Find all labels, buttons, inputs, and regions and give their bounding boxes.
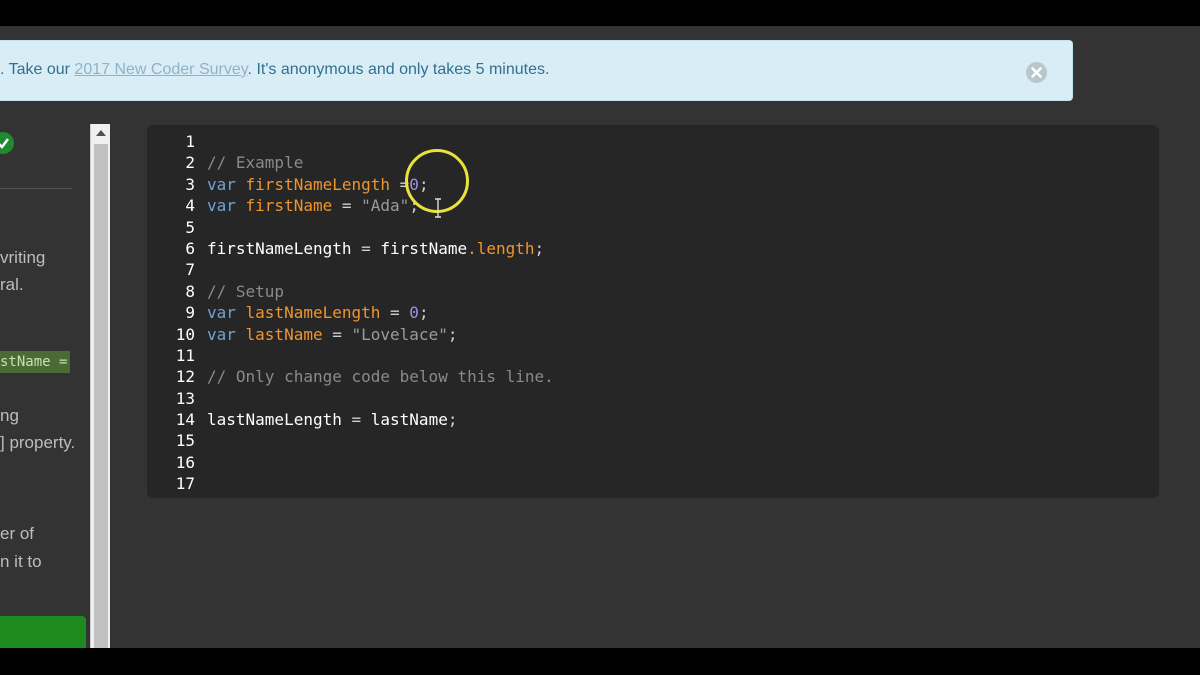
- banner-message: . Take our 2017 New Coder Survey. It's a…: [0, 61, 1000, 79]
- code-token: "Lovelace": [351, 324, 448, 344]
- code-token: lastNameLength: [245, 303, 381, 323]
- code-token: var: [207, 324, 246, 344]
- code-line[interactable]: [207, 452, 1147, 473]
- code-token: =: [341, 410, 371, 430]
- line-number: 16: [175, 452, 195, 472]
- instruction-text: er of: [0, 524, 35, 543]
- code-token: firstNameLength: [207, 238, 352, 258]
- divider: [0, 188, 72, 189]
- line-number: 5: [185, 217, 195, 237]
- code-token: =: [322, 324, 352, 344]
- code-line[interactable]: var firstName = "Ada";: [207, 195, 1147, 216]
- code-line[interactable]: var firstNameLength =0;: [207, 174, 1147, 195]
- code-line[interactable]: [207, 259, 1147, 280]
- line-number: 11: [175, 345, 195, 365]
- code-line[interactable]: var lastName = "Lovelace";: [207, 324, 1147, 345]
- code-token: var: [207, 303, 246, 323]
- survey-link[interactable]: 2017 New Coder Survey: [74, 61, 247, 78]
- code-token: var: [207, 174, 246, 194]
- line-number: 1: [185, 132, 195, 151]
- code-token: "Ada": [361, 196, 410, 216]
- code-token: 0: [409, 303, 419, 323]
- code-token: firstName: [245, 196, 333, 216]
- code-line[interactable]: [207, 131, 1147, 152]
- code-line[interactable]: [207, 217, 1147, 238]
- instructions-panel: vriting ral. stName = ng ] property. er …: [0, 124, 90, 648]
- line-number: 2: [185, 153, 195, 173]
- banner-text-before: . Take our: [0, 61, 75, 78]
- text-cursor-icon: [434, 198, 442, 218]
- code-token: lastName: [370, 410, 448, 430]
- code-line[interactable]: lastNameLength = lastName;: [207, 409, 1147, 430]
- code-token: // Example: [207, 153, 304, 173]
- instruction-text: n it to: [0, 552, 42, 571]
- code-line[interactable]: [207, 473, 1147, 494]
- code-line[interactable]: var lastNameLength = 0;: [207, 302, 1147, 323]
- instruction-text: ral.: [0, 275, 24, 294]
- line-number: 17: [175, 474, 195, 494]
- instruction-text: ng: [0, 406, 19, 425]
- code-line[interactable]: [207, 388, 1147, 409]
- code-token: =: [380, 303, 410, 323]
- line-number: 4: [185, 196, 195, 216]
- line-number: 10: [175, 324, 195, 344]
- code-token: .length: [467, 238, 535, 258]
- line-number-gutter: 1 2 3 4 5 6 7 8 9 10 11 12 13 14 15 16 17: [147, 131, 195, 495]
- code-token: // Only change code below this line.: [207, 367, 554, 387]
- code-line[interactable]: // Only change code below this line.: [207, 366, 1147, 387]
- line-number: 12: [175, 367, 195, 387]
- line-number: 7: [185, 260, 195, 280]
- code-token: firstNameLength: [245, 174, 391, 194]
- close-circle-icon[interactable]: [1026, 62, 1047, 83]
- line-number: 3: [185, 174, 195, 194]
- code-token: ;: [418, 303, 429, 323]
- scroll-thumb[interactable]: [94, 144, 108, 648]
- line-number: 9: [185, 303, 195, 323]
- line-number: 14: [175, 410, 195, 430]
- code-token: =: [351, 238, 381, 258]
- code-token: ;: [447, 410, 458, 430]
- app-viewport: . Take our 2017 New Coder Survey. It's a…: [0, 26, 1200, 648]
- run-tests-button[interactable]: [0, 616, 86, 648]
- line-number: 15: [175, 431, 195, 451]
- code-line[interactable]: [207, 430, 1147, 451]
- code-token: // Setup: [207, 281, 285, 301]
- code-line[interactable]: // Setup: [207, 281, 1147, 302]
- line-number: 8: [185, 281, 195, 301]
- instruction-text: vriting: [0, 248, 46, 267]
- inline-code: stName =: [0, 351, 70, 373]
- panel-scrollbar[interactable]: [90, 124, 110, 648]
- code-token: var: [207, 196, 246, 216]
- scroll-up-button[interactable]: [91, 124, 111, 142]
- banner-text-after: . It's anonymous and only takes 5 minute…: [247, 61, 550, 78]
- code-editor[interactable]: 1 2 3 4 5 6 7 8 9 10 11 12 13 14 15 16 17 // Example var …: [147, 125, 1159, 498]
- code-token: ;: [447, 324, 458, 344]
- instruction-text: ] property.: [0, 433, 76, 452]
- code-token: =: [332, 196, 362, 216]
- survey-banner: . Take our 2017 New Coder Survey. It's a…: [0, 40, 1073, 101]
- checkmark-icon: [0, 132, 14, 154]
- code-token: lastNameLength: [207, 410, 342, 430]
- line-number: 6: [185, 238, 195, 258]
- code-line[interactable]: // Example: [207, 152, 1147, 173]
- code-token: lastName: [245, 324, 323, 344]
- code-token: ;: [534, 238, 545, 258]
- code-line[interactable]: firstNameLength = firstName.length;: [207, 238, 1147, 259]
- line-number: 13: [175, 388, 195, 408]
- code-line[interactable]: [207, 345, 1147, 366]
- code-token: firstName: [380, 238, 468, 258]
- code-area[interactable]: // Example var firstNameLength =0; var fir…: [207, 131, 1147, 495]
